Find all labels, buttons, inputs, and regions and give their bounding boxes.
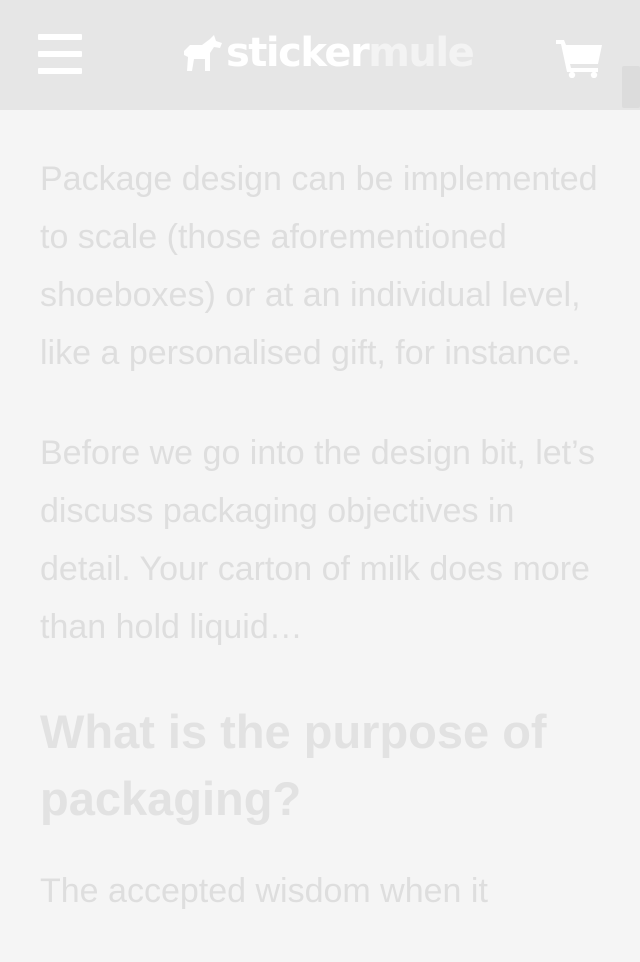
article-paragraph: Before we go into the design bit, let’s … (40, 434, 596, 646)
top-nav-bar: stickermule (0, 0, 640, 110)
shopping-cart-icon[interactable] (556, 36, 604, 78)
section-heading: What is the purpose of packaging? (40, 705, 547, 825)
mule-icon (184, 35, 222, 71)
logo-text-sticker: sticker (226, 30, 370, 76)
stickermule-logo[interactable]: stickermule (180, 28, 475, 78)
article-paragraph: The accepted wisdom when it (40, 872, 488, 910)
article-paragraph: Package design can be implemented to sca… (40, 160, 598, 372)
scrollbar-thumb[interactable] (622, 66, 640, 108)
article-body: Package design can be implemented to sca… (40, 150, 605, 962)
logo-text-mule: mule (368, 30, 475, 76)
hamburger-menu-icon[interactable] (38, 34, 82, 74)
